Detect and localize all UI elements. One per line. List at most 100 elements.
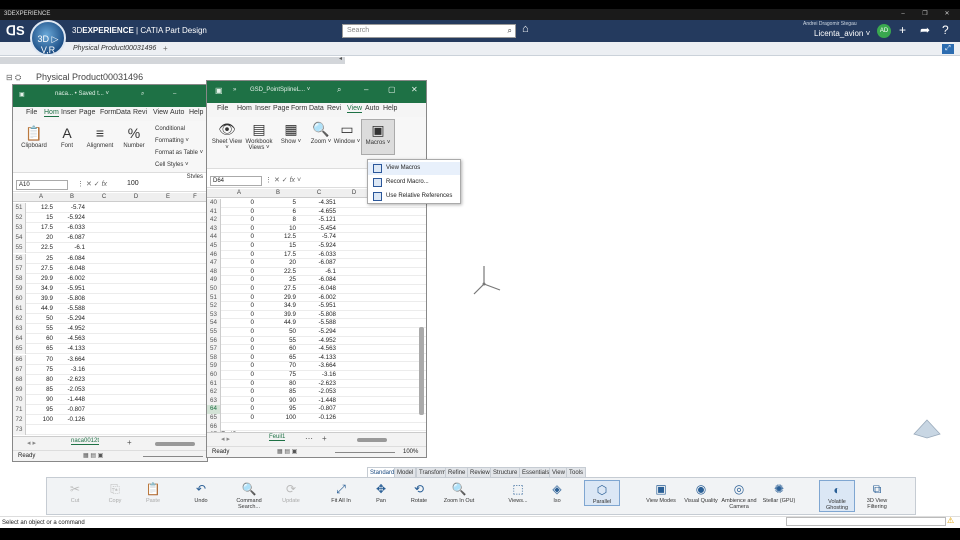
zoom-slider[interactable] (335, 452, 395, 453)
cell[interactable]: 60 (257, 345, 296, 354)
table-row[interactable]: 52 15 -5.924 (13, 213, 207, 224)
parallel-button[interactable]: ⬡ Parallel (584, 480, 620, 506)
zoom-in-out-button[interactable]: 🔍 Zoom In Out (441, 480, 477, 504)
menu-view[interactable]: View (347, 105, 363, 113)
cell[interactable]: 20 (257, 259, 296, 268)
add-sheet-icon[interactable]: + (322, 434, 327, 443)
cell[interactable]: -6.033 (56, 223, 85, 233)
table-row[interactable]: 60 0 75 -3.16 (207, 371, 426, 380)
cell[interactable]: -4.351 (299, 199, 336, 208)
cell[interactable]: 0 (221, 302, 254, 311)
view-compass-icon[interactable] (912, 418, 942, 440)
warning-icon[interactable]: ⚠ (947, 516, 954, 525)
table-row[interactable]: 45 0 15 -5.924 (207, 242, 426, 251)
tag-icon[interactable]: ⌂ (522, 23, 529, 35)
cell[interactable]: 0 (221, 337, 254, 346)
table-row[interactable]: 61 0 80 -2.623 (207, 379, 426, 389)
table-row[interactable]: 70 90 -1.448 (13, 394, 207, 405)
compass-icon[interactable]: 3D ▷ V,R (30, 20, 66, 56)
table-row[interactable]: 72 100 -0.126 (13, 415, 207, 426)
expand-icon[interactable]: ⤢ (942, 44, 954, 54)
table-row[interactable]: 64 60 -4.563 (13, 334, 207, 345)
menu-page[interactable]: Page (273, 105, 289, 112)
ribbon-macros-button[interactable]: ▣ Macros ˅ (361, 119, 395, 155)
cell[interactable]: 0 (221, 328, 254, 337)
sheet-tab-feuil1[interactable]: Feuil1 (269, 434, 286, 441)
cell[interactable]: -5.588 (56, 304, 85, 314)
vertical-scrollbar[interactable] (419, 327, 424, 415)
share-icon[interactable]: ➦ (920, 23, 930, 37)
cell[interactable]: 55 (26, 324, 53, 334)
table-row[interactable]: 68 80 -2.623 (13, 374, 207, 385)
name-box[interactable]: D64 (210, 176, 262, 186)
licence-selector[interactable]: Licenta_avion ˅ (814, 29, 870, 38)
cell[interactable]: -3.664 (299, 362, 336, 371)
table-row[interactable]: 54 0 44.9 -5.588 (207, 319, 426, 328)
col-header-a[interactable]: A (26, 193, 56, 202)
update-button[interactable]: ⟳ Update (273, 480, 309, 504)
iso-button[interactable]: ◈ Iso (539, 480, 575, 504)
cell[interactable]: 6 (257, 208, 296, 217)
menu-hom[interactable]: Hom (237, 105, 252, 112)
cell[interactable]: -5.808 (299, 311, 336, 320)
table-row[interactable]: 66 (207, 422, 426, 432)
cell[interactable]: 80 (257, 380, 296, 389)
cell[interactable]: 0 (221, 208, 254, 217)
copy-button[interactable]: ⎘ Copy (97, 480, 133, 504)
horizontal-scrollbar[interactable] (357, 438, 387, 442)
table-row[interactable]: 58 0 65 -4.133 (207, 353, 426, 363)
conditional-formatting-button[interactable]: Conditional Formatting ˅ (155, 123, 207, 147)
table-row[interactable]: 62 0 85 -2.053 (207, 388, 426, 397)
cell[interactable]: -4.952 (299, 337, 336, 346)
cell[interactable]: 60 (26, 334, 53, 344)
menu-page[interactable]: Page (79, 109, 95, 116)
format-as-table-button[interactable]: Format as Table ˅ (155, 147, 207, 159)
cell[interactable]: -4.655 (299, 208, 336, 217)
menu-view[interactable]: View (153, 109, 168, 116)
menu-help[interactable]: Help (383, 105, 397, 112)
command-search-button[interactable]: 🔍 Command Search... (231, 480, 267, 510)
ribbon-sheet-button[interactable]: 👁 Sheet View ˅ (210, 119, 244, 151)
cell[interactable]: 0 (221, 371, 254, 380)
restore-icon[interactable]: ▢ (388, 85, 396, 94)
cell[interactable]: 0 (221, 362, 254, 371)
cell[interactable]: 27.5 (257, 285, 296, 294)
close-icon[interactable]: ✕ (937, 9, 957, 20)
table-row[interactable]: 60 39.9 -5.808 (13, 293, 207, 304)
cell[interactable]: 75 (26, 365, 53, 375)
cell[interactable]: -3.16 (56, 365, 85, 375)
volatile-ghosting-button[interactable]: ◐ Volatile Ghosting (819, 480, 855, 512)
cell[interactable]: 5 (257, 199, 296, 208)
cell[interactable]: -5.454 (299, 225, 336, 234)
menu-revi[interactable]: Revi (133, 109, 147, 116)
rotate-button[interactable]: ⟲ Rotate (401, 480, 437, 504)
search-icon[interactable]: ⌕ (141, 91, 144, 98)
cell[interactable]: -6.048 (56, 264, 85, 274)
col-header-f[interactable]: F (184, 193, 206, 202)
cell[interactable]: 0 (221, 276, 254, 285)
cell[interactable]: 0 (221, 380, 254, 389)
cell[interactable]: 0 (221, 311, 254, 320)
ribbon-alignment-button[interactable]: ≡ Alignment (83, 123, 117, 149)
cell[interactable]: 0 (221, 397, 254, 406)
cell[interactable]: 17.5 (26, 223, 53, 233)
cell[interactable]: -4.952 (56, 324, 85, 334)
cell[interactable]: 55 (257, 337, 296, 346)
cell[interactable]: -3.664 (56, 355, 85, 365)
table-row[interactable]: 63 0 90 -1.448 (207, 396, 426, 406)
restore-icon[interactable]: ❐ (915, 9, 935, 20)
cell[interactable]: 0 (221, 268, 254, 277)
table-row[interactable]: 52 0 34.9 -5.951 (207, 302, 426, 311)
cell[interactable]: 0 (221, 242, 254, 251)
new-tab-button[interactable]: + (163, 43, 168, 55)
cell[interactable]: -6.084 (299, 276, 336, 285)
cell[interactable]: -1.448 (56, 395, 85, 405)
cut-button[interactable]: ✂ Cut (57, 480, 93, 504)
ambience-and-camera-button[interactable]: ◎ Ambience and Camera (721, 480, 757, 510)
cell[interactable]: -5.294 (56, 314, 85, 324)
cell[interactable]: -5.924 (299, 242, 336, 251)
table-row[interactable]: 44 0 12.5 -5.74 (207, 233, 426, 242)
ribbon-workbook-button[interactable]: ▤ Workbook Views ˅ (242, 119, 276, 151)
ribbon-font-button[interactable]: A Font (50, 123, 84, 149)
cell[interactable]: 0 (221, 225, 254, 234)
